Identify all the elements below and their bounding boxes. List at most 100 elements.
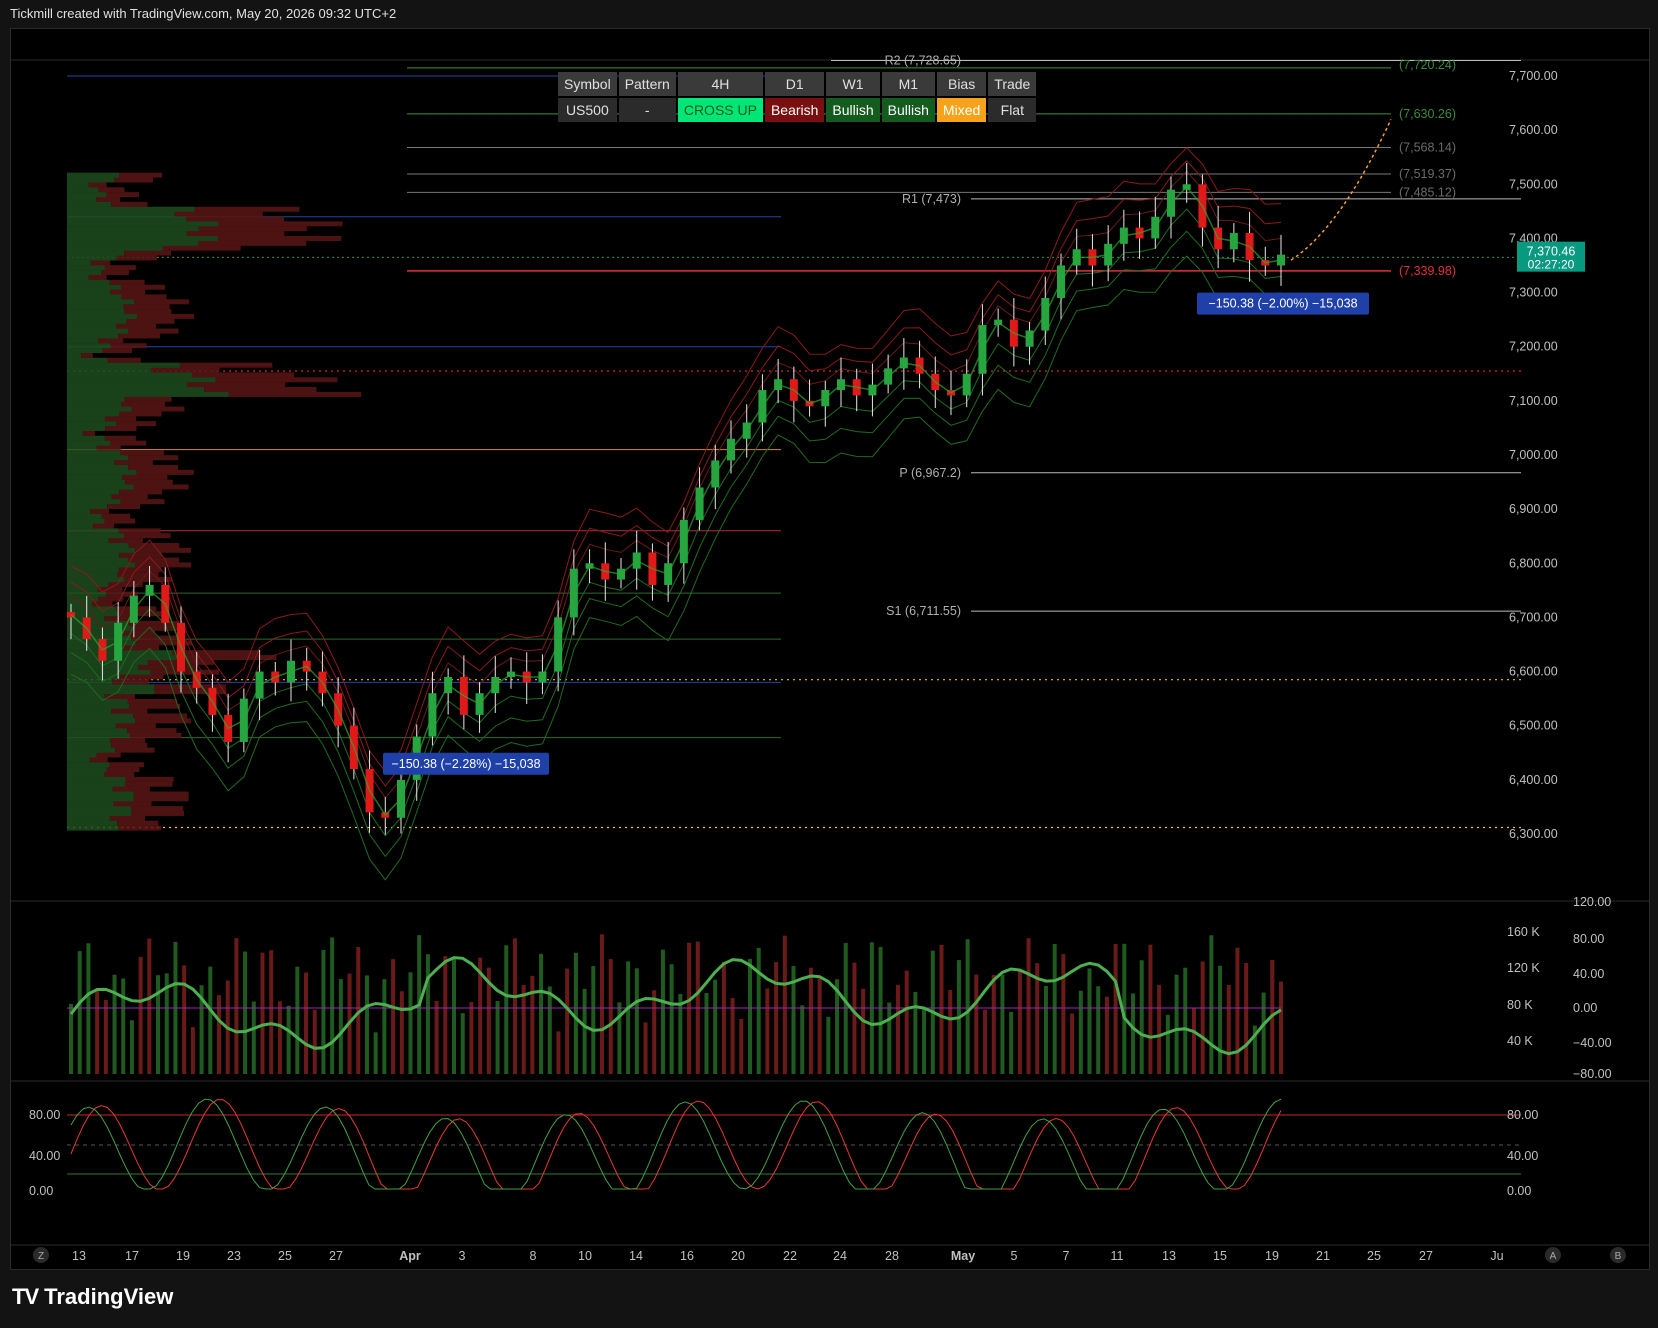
volume-profile-bar bbox=[131, 810, 185, 816]
chart-svg: 7,700.007,600.007,500.007,400.007,300.00… bbox=[11, 53, 1649, 1263]
envelope-band bbox=[70, 230, 1282, 858]
time-axis-label: 8 bbox=[530, 1249, 537, 1263]
volume-bar bbox=[1113, 944, 1118, 1074]
chart-area[interactable]: 7,700.00 7,600.00 7,500.00 7,400.00 7,300.00… bbox=[10, 28, 1650, 1270]
volume-profile-bar bbox=[67, 708, 112, 714]
volume-profile-bar bbox=[67, 767, 107, 773]
volume-bar bbox=[77, 951, 82, 1074]
volume-bar bbox=[1261, 992, 1266, 1074]
volume-profile-bar bbox=[67, 279, 110, 285]
stochastic-axis-label-right: 80.00 bbox=[1507, 1108, 1538, 1122]
volume-profile-bar bbox=[67, 494, 112, 500]
table-value-w1: Bullish bbox=[826, 98, 880, 122]
volume-profile-bar bbox=[133, 484, 189, 490]
stochastic-line bbox=[70, 1098, 1282, 1190]
volume-bar bbox=[782, 935, 787, 1074]
volume-bar bbox=[182, 965, 187, 1074]
volume-profile-bar bbox=[179, 362, 273, 368]
volume-profile-bar bbox=[67, 474, 123, 480]
volume-profile-bar bbox=[67, 318, 127, 324]
volume-profile-bar bbox=[111, 708, 148, 714]
volume-profile-bar bbox=[90, 508, 109, 514]
countdown-label: 02:27:20 bbox=[1528, 258, 1575, 272]
volume-bar bbox=[504, 945, 509, 1074]
pivot-label: R2 (7,728.65) bbox=[885, 53, 961, 67]
volume-bar bbox=[878, 946, 883, 1074]
volume-profile-bar bbox=[67, 201, 112, 207]
target-label: (7,720.24) bbox=[1399, 58, 1456, 72]
volume-bar bbox=[756, 947, 761, 1074]
volume-profile-bar bbox=[134, 299, 190, 305]
chart-header: Tickmill created with TradingView.com, M… bbox=[10, 6, 397, 21]
volume-profile-bar bbox=[119, 489, 162, 495]
volume-profile-bar bbox=[67, 460, 115, 466]
time-axis-label: 25 bbox=[278, 1249, 292, 1263]
time-axis-label: Apr bbox=[399, 1249, 421, 1263]
volume-profile-bar bbox=[67, 274, 89, 280]
volume-bar bbox=[739, 1018, 744, 1074]
volume-profile-bar bbox=[67, 260, 91, 266]
target-label: (7,519.37) bbox=[1399, 167, 1456, 181]
volume-bar bbox=[1218, 965, 1223, 1074]
volume-profile-bar bbox=[67, 742, 112, 748]
volume-profile-bar bbox=[107, 357, 141, 363]
volume-bar bbox=[948, 989, 953, 1074]
volume-profile-bar bbox=[67, 309, 125, 315]
time-axis-label: 7 bbox=[1063, 1249, 1070, 1263]
volume-bar bbox=[765, 988, 770, 1074]
volume-bar bbox=[913, 991, 918, 1074]
volume-bar bbox=[1070, 1013, 1075, 1074]
volume-bar bbox=[1009, 1011, 1014, 1074]
volume-profile-bar bbox=[67, 304, 124, 310]
price-axis-label: 6,500.00 bbox=[1509, 719, 1558, 733]
volume-profile-bar bbox=[67, 255, 117, 261]
volume-axis-label: 160 K bbox=[1507, 925, 1540, 939]
volume-profile-bar bbox=[67, 187, 99, 193]
volume-profile-bar bbox=[67, 416, 105, 422]
volume-profile-bar bbox=[194, 206, 300, 212]
time-axis-label: 15 bbox=[1213, 1249, 1227, 1263]
volume-profile-bar bbox=[67, 484, 134, 490]
volume-bar bbox=[86, 943, 91, 1074]
volume-profile-bar bbox=[121, 294, 167, 300]
stochastic-axis-label-left: 80.00 bbox=[29, 1108, 60, 1122]
volume-bar bbox=[1174, 974, 1179, 1074]
volume-bar bbox=[652, 990, 657, 1074]
volume-bar bbox=[626, 961, 631, 1074]
time-axis-label: 19 bbox=[176, 1249, 190, 1263]
oscillator-axis-label: −40.00 bbox=[1573, 1036, 1612, 1050]
volume-bar bbox=[382, 979, 387, 1074]
volume-profile-bar bbox=[67, 352, 82, 358]
volume-profile-bar bbox=[67, 323, 116, 329]
envelope-band bbox=[70, 170, 1282, 799]
volume-bar bbox=[286, 1005, 291, 1074]
volume-bar bbox=[443, 956, 448, 1074]
volume-bar bbox=[103, 1000, 108, 1074]
volume-bar bbox=[608, 959, 613, 1074]
volume-bar bbox=[1200, 961, 1205, 1074]
volume-profile-bar bbox=[117, 820, 159, 826]
oscillator-axis-label: 40.00 bbox=[1573, 967, 1604, 981]
volume-bar bbox=[904, 970, 909, 1074]
volume-bar bbox=[208, 966, 213, 1074]
time-axis-label: 11 bbox=[1111, 1249, 1124, 1263]
volume-profile-bar bbox=[67, 718, 136, 724]
volume-bar bbox=[713, 979, 718, 1074]
volume-profile-bar bbox=[120, 401, 166, 407]
price-axis-label: 6,900.00 bbox=[1509, 502, 1558, 516]
volume-profile-bar bbox=[67, 192, 107, 198]
tradingview-brand[interactable]: TV TradingView bbox=[12, 1284, 173, 1310]
time-axis-label: 13 bbox=[1162, 1249, 1176, 1263]
price-axis-label: 7,000.00 bbox=[1509, 448, 1558, 462]
volume-profile-bar bbox=[67, 289, 110, 295]
volume-bar bbox=[495, 1001, 500, 1074]
time-axis-label: 21 bbox=[1316, 1249, 1330, 1263]
measure-label: −150.38 (−2.28%) −15,038 bbox=[391, 757, 540, 771]
volume-bar bbox=[243, 951, 248, 1074]
volume-profile-bar bbox=[67, 820, 118, 826]
volume-profile-bar bbox=[67, 762, 110, 768]
volume-bar bbox=[965, 939, 970, 1074]
volume-bar bbox=[634, 968, 639, 1074]
price-axis-label: 7,600.00 bbox=[1509, 123, 1558, 137]
volume-bar bbox=[1209, 935, 1214, 1074]
